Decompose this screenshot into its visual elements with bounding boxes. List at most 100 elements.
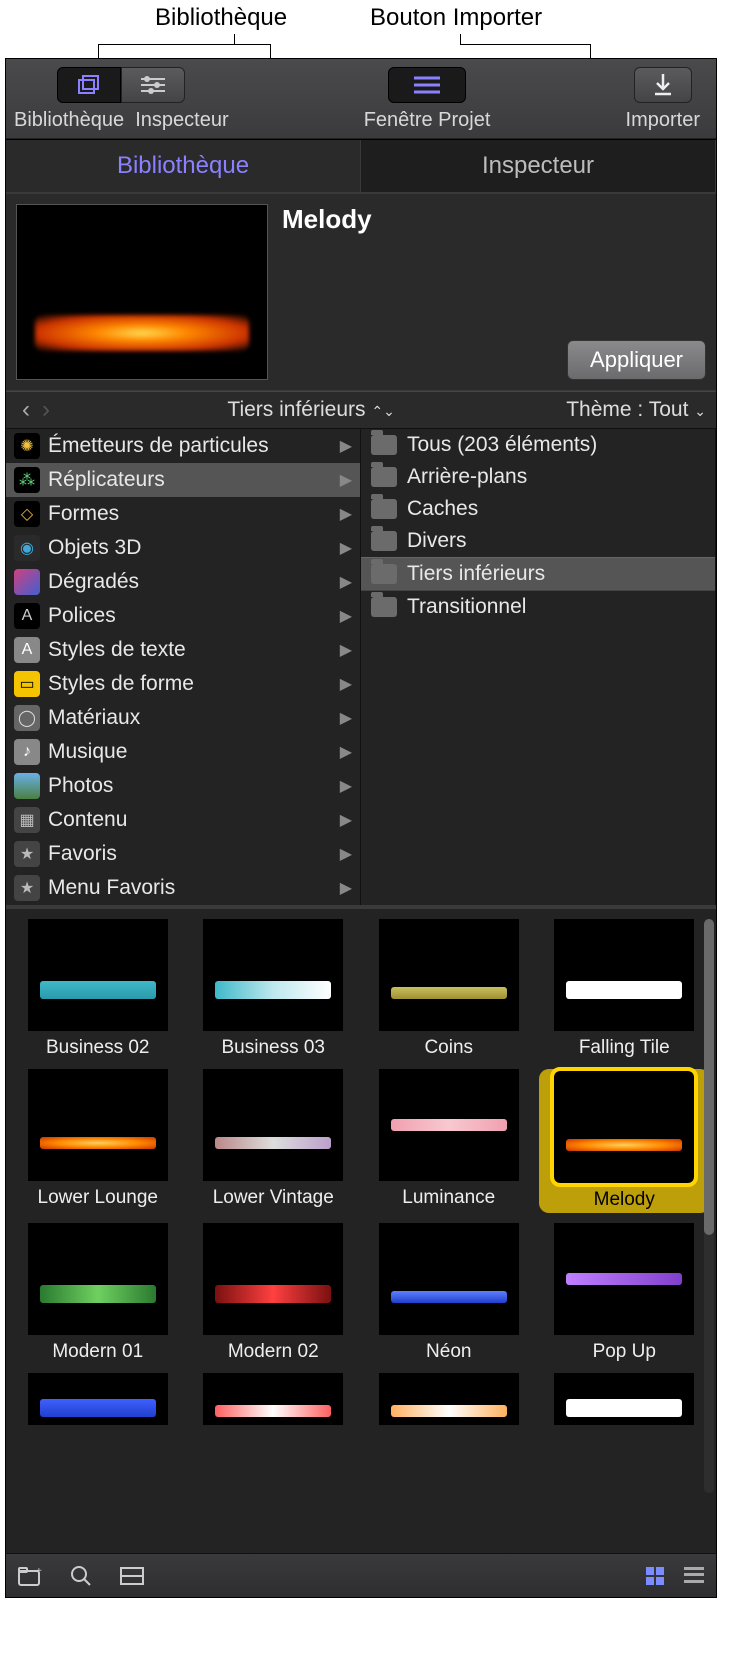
preset-label: Coins xyxy=(424,1037,473,1059)
import-button[interactable] xyxy=(634,67,692,103)
theme-popup[interactable]: Thème : Tout ⌄ xyxy=(566,398,706,422)
apply-button[interactable]: Appliquer xyxy=(567,340,706,380)
panel-layout-button[interactable] xyxy=(120,1567,144,1585)
content-icon: ▦ xyxy=(14,807,40,833)
category-label: Polices xyxy=(48,604,116,628)
category-label: Formes xyxy=(48,502,119,526)
preset-label: Néon xyxy=(426,1341,471,1363)
category-label: Contenu xyxy=(48,808,127,832)
preset-cell[interactable]: Lower Vintage xyxy=(188,1069,360,1213)
preset-cell[interactable]: Modern 02 xyxy=(188,1223,360,1363)
category-row[interactable]: ♪Musique▶ xyxy=(6,735,360,769)
preset-cell[interactable] xyxy=(363,1373,535,1425)
chevron-right-icon: ▶ xyxy=(340,436,352,456)
breadcrumb-popup[interactable]: Tiers inférieurs ⌃⌄ xyxy=(56,398,566,422)
category-row[interactable]: ◉Objets 3D▶ xyxy=(6,531,360,565)
category-row[interactable]: ★Menu Favoris▶ xyxy=(6,871,360,905)
category-row[interactable]: Dégradés▶ xyxy=(6,565,360,599)
subfolder-row[interactable]: Transitionnel xyxy=(361,591,715,623)
favorites-menu-icon: ★ xyxy=(14,875,40,901)
music-icon: ♪ xyxy=(14,739,40,765)
list-view-button[interactable] xyxy=(684,1567,704,1585)
category-row[interactable]: ✺Émetteurs de particules▶ xyxy=(6,429,360,463)
subfolder-column[interactable]: Tous (203 éléments)Arrière-plansCaches Di… xyxy=(361,429,716,905)
category-row[interactable]: ◇Formes▶ xyxy=(6,497,360,531)
category-row[interactable]: ⁂Réplicateurs▶ xyxy=(6,463,360,497)
category-label: Dégradés xyxy=(48,570,139,594)
preset-cell[interactable]: Melody xyxy=(539,1069,711,1213)
photos-icon xyxy=(14,773,40,799)
toolbar-library-label: Bibliothèque Inspecteur xyxy=(14,109,229,132)
preset-cell[interactable]: Luminance xyxy=(363,1069,535,1213)
preset-cell[interactable]: Néon xyxy=(363,1223,535,1363)
preset-cell[interactable] xyxy=(188,1373,360,1425)
folder-icon xyxy=(371,499,397,519)
fonts-icon: A xyxy=(14,603,40,629)
preset-thumbnail xyxy=(379,1223,519,1335)
preset-cell[interactable]: Modern 01 xyxy=(12,1223,184,1363)
new-folder-button[interactable]: + xyxy=(18,1566,42,1586)
category-row[interactable]: Photos▶ xyxy=(6,769,360,803)
nav-forward-button[interactable]: › xyxy=(36,396,56,424)
preset-cell[interactable]: Lower Lounge xyxy=(12,1069,184,1213)
category-label: Matériaux xyxy=(48,706,140,730)
category-row[interactable]: APolices▶ xyxy=(6,599,360,633)
preset-cell[interactable]: Business 02 xyxy=(12,919,184,1059)
preset-cell[interactable]: Pop Up xyxy=(539,1223,711,1363)
preset-thumbnail xyxy=(554,1373,694,1425)
preset-cell[interactable] xyxy=(539,1373,711,1425)
subfolder-row[interactable]: Divers xyxy=(361,525,715,557)
favorites-icon: ★ xyxy=(14,841,40,867)
folder-icon xyxy=(371,564,397,584)
nav-back-button[interactable]: ‹ xyxy=(16,396,36,424)
preset-thumbnail xyxy=(379,919,519,1031)
chevron-updown-icon: ⌃⌄ xyxy=(371,403,394,419)
tab-inspector[interactable]: Inspecteur xyxy=(361,140,716,192)
subfolder-row[interactable]: Caches xyxy=(361,493,715,525)
project-window-button[interactable] xyxy=(388,67,466,103)
tab-library[interactable]: Bibliothèque xyxy=(6,140,361,192)
chevron-right-icon: ▶ xyxy=(340,878,352,898)
category-row[interactable]: ▭Styles de forme▶ xyxy=(6,667,360,701)
preset-cell[interactable] xyxy=(12,1373,184,1425)
preset-label: Lower Lounge xyxy=(38,1187,158,1209)
search-button[interactable] xyxy=(70,1565,92,1587)
preset-label: Melody xyxy=(594,1189,655,1211)
gradients-icon xyxy=(14,569,40,595)
category-column[interactable]: ✺Émetteurs de particules▶⁂Réplicateurs▶◇… xyxy=(6,429,361,905)
category-row[interactable]: ▦Contenu▶ xyxy=(6,803,360,837)
preset-thumbnail xyxy=(28,1069,168,1181)
panel-tabs: Bibliothèque Inspecteur xyxy=(6,139,716,194)
grid-scrollbar[interactable] xyxy=(704,919,714,1493)
grid-view-button[interactable] xyxy=(646,1567,664,1585)
subfolder-label: Tiers inférieurs xyxy=(407,562,545,586)
preset-cell[interactable]: Business 03 xyxy=(188,919,360,1059)
category-row[interactable]: ★Favoris▶ xyxy=(6,837,360,871)
preset-label: Modern 01 xyxy=(52,1341,143,1363)
category-row[interactable]: ◯Matériaux▶ xyxy=(6,701,360,735)
inspector-toggle-button[interactable] xyxy=(121,67,185,103)
library-toggle-button[interactable] xyxy=(57,67,121,103)
toolbar-import-label: Importer xyxy=(626,109,700,132)
preset-thumbnail xyxy=(203,1223,343,1335)
chevron-right-icon: ▶ xyxy=(340,538,352,558)
app-window: Bibliothèque Inspecteur Fenêtre Projet xyxy=(5,58,717,1598)
preset-cell[interactable]: Coins xyxy=(363,919,535,1059)
subfolder-row[interactable]: Tous (203 éléments) xyxy=(361,429,715,461)
preset-label: Falling Tile xyxy=(579,1037,670,1059)
subfolder-row[interactable]: Tiers inférieurs xyxy=(361,557,715,591)
chevron-down-icon: ⌄ xyxy=(694,403,706,419)
category-row[interactable]: AStyles de texte▶ xyxy=(6,633,360,667)
chevron-right-icon: ▶ xyxy=(340,504,352,524)
chevron-right-icon: ▶ xyxy=(340,776,352,796)
text-styles-icon: A xyxy=(14,637,40,663)
library-columns: ✺Émetteurs de particules▶⁂Réplicateurs▶◇… xyxy=(6,429,716,909)
preset-cell[interactable]: Falling Tile xyxy=(539,919,711,1059)
chevron-right-icon: ▶ xyxy=(340,640,352,660)
subfolder-label: Divers xyxy=(407,529,467,553)
preset-thumbnail xyxy=(203,919,343,1031)
subfolder-row[interactable]: Arrière-plans xyxy=(361,461,715,493)
preset-thumbnail xyxy=(28,1223,168,1335)
preset-grid[interactable]: Business 02Business 03 Coins Falling Tile L… xyxy=(12,919,710,1425)
chevron-right-icon: ▶ xyxy=(340,844,352,864)
